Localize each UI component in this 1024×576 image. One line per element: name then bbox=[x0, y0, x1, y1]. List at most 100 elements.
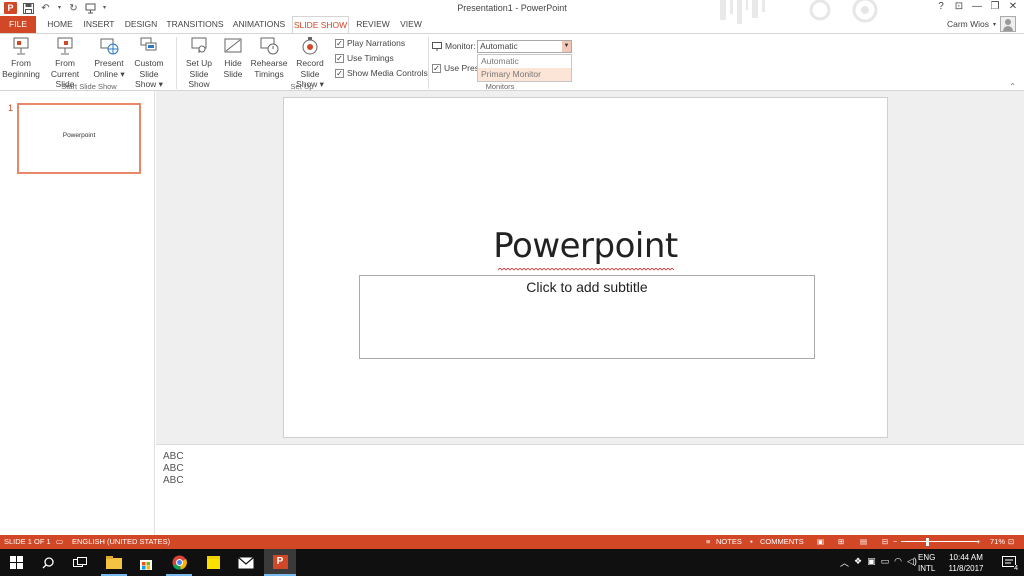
battery-icon[interactable]: ▭ bbox=[881, 556, 890, 569]
slide-sorter-icon[interactable]: ⊞ bbox=[838, 535, 844, 549]
account-area[interactable]: Carm Wios ▾ bbox=[947, 16, 1016, 32]
dropbox-icon[interactable]: ❖ bbox=[854, 556, 862, 569]
checkmark-icon[interactable]: ✓ bbox=[335, 38, 344, 48]
collapse-ribbon-button[interactable]: ⌃ bbox=[1009, 82, 1016, 91]
notification-count: 4 bbox=[1014, 565, 1018, 572]
subtitle-placeholder[interactable]: Click to add subtitle bbox=[359, 275, 815, 359]
show-media-controls-checkbox[interactable]: ✓ Show Media Controls bbox=[335, 68, 428, 78]
chevron-down-icon[interactable]: ▼ bbox=[562, 41, 571, 52]
volume-icon[interactable]: ◁) bbox=[907, 556, 917, 569]
file-explorer-icon[interactable] bbox=[98, 549, 130, 576]
notes-pane[interactable]: ABC ABC ABC bbox=[156, 444, 1024, 535]
reading-view-icon[interactable]: ▤ bbox=[860, 535, 867, 549]
chrome-icon[interactable] bbox=[163, 549, 195, 576]
tab-animations[interactable]: ANIMATIONS bbox=[229, 16, 289, 33]
group-separator bbox=[428, 37, 429, 89]
notes-text[interactable]: ABC ABC ABC bbox=[163, 451, 184, 487]
tab-design[interactable]: DESIGN bbox=[120, 16, 162, 33]
from-beginning-button[interactable]: From Beginning bbox=[2, 36, 40, 79]
monitor-option-primary-monitor[interactable]: Primary Monitor bbox=[478, 68, 571, 81]
from-beginning-label-2: Beginning bbox=[2, 68, 40, 79]
slide-title[interactable]: Powerpoint bbox=[284, 226, 887, 266]
zoom-in-button[interactable]: + bbox=[976, 535, 980, 549]
setup-show-label-1: Set Up bbox=[186, 58, 212, 68]
slide-count-status[interactable]: SLIDE 1 OF 1 bbox=[4, 535, 51, 549]
present-online-button[interactable]: Present Online ▾ bbox=[92, 36, 126, 79]
language-status[interactable]: ENGLISH (UNITED STATES) bbox=[72, 535, 170, 549]
clock-date: 11/8/2017 bbox=[948, 564, 984, 573]
use-presenter-view-checkbox[interactable]: ✓ Use Prese bbox=[432, 63, 484, 73]
powerpoint-taskbar-icon[interactable]: P bbox=[264, 549, 296, 576]
wifi-icon[interactable]: ◠ bbox=[894, 556, 902, 569]
ribbon-display-options-button[interactable]: ⊡ bbox=[952, 1, 966, 13]
monitor-icon bbox=[432, 41, 442, 51]
comments-button[interactable]: COMMENTS bbox=[760, 535, 804, 549]
help-button[interactable]: ? bbox=[934, 1, 948, 13]
store-icon[interactable] bbox=[130, 549, 162, 576]
slide-show-view-icon[interactable]: ⊟ bbox=[882, 535, 888, 549]
set-up-slide-show-button[interactable]: Set Up Slide Show bbox=[178, 36, 220, 90]
hide-slide-label-1: Hide bbox=[224, 58, 242, 68]
input-language[interactable]: ENG INTL bbox=[918, 552, 935, 574]
tab-slide-show[interactable]: SLIDE SHOW bbox=[292, 16, 349, 34]
fit-slide-icon[interactable]: ⊡ bbox=[1008, 535, 1014, 549]
tab-view[interactable]: VIEW bbox=[394, 16, 428, 33]
tab-insert[interactable]: INSERT bbox=[80, 16, 118, 33]
sticky-notes-icon[interactable] bbox=[197, 549, 229, 576]
account-name[interactable]: Carm Wios bbox=[947, 19, 989, 29]
play-narrations-checkbox[interactable]: ✓ Play Narrations bbox=[335, 38, 405, 48]
close-button[interactable]: ✕ bbox=[1006, 1, 1020, 13]
monitor-option-automatic[interactable]: Automatic bbox=[478, 55, 571, 68]
group-label-set-up: Set Up bbox=[290, 82, 314, 91]
notes-line: ABC bbox=[163, 475, 184, 486]
search-icon[interactable] bbox=[32, 549, 64, 576]
monitor-select[interactable]: Automatic ▼ bbox=[477, 40, 572, 53]
zoom-slider-handle[interactable] bbox=[926, 538, 930, 546]
tab-review[interactable]: REVIEW bbox=[354, 16, 392, 33]
slide-thumbnail-title: Powerpoint bbox=[62, 132, 96, 139]
zoom-level[interactable]: 71% bbox=[990, 535, 1005, 549]
zoom-out-button[interactable]: − bbox=[893, 535, 897, 549]
notes-button[interactable]: NOTES bbox=[716, 535, 742, 549]
custom-slide-show-icon bbox=[139, 36, 159, 56]
restore-button[interactable]: ❐ bbox=[988, 1, 1002, 13]
avatar[interactable] bbox=[1000, 16, 1016, 32]
task-view-icon[interactable] bbox=[64, 549, 96, 576]
normal-view-icon[interactable]: ▣ bbox=[817, 535, 824, 549]
group-label-monitors: Monitors bbox=[485, 82, 515, 91]
use-timings-checkbox[interactable]: ✓ Use Timings bbox=[335, 53, 394, 63]
zoom-slider[interactable] bbox=[901, 541, 979, 542]
hide-slide-icon bbox=[223, 36, 243, 56]
monitor-label: Monitor: bbox=[432, 41, 476, 51]
clock[interactable]: 10:44 AM 11/8/2017 bbox=[940, 552, 992, 574]
from-beginning-label-1: From bbox=[11, 58, 31, 68]
checkmark-icon[interactable]: ✓ bbox=[335, 68, 344, 78]
system-tray: ︿ ❖ ▣ ▭ ◠ ◁) bbox=[840, 556, 917, 569]
tab-file[interactable]: FILE bbox=[0, 16, 36, 33]
checkmark-icon[interactable]: ✓ bbox=[432, 63, 441, 73]
action-center-icon[interactable]: 4 bbox=[994, 549, 1024, 576]
hide-slide-button[interactable]: Hide Slide bbox=[220, 36, 246, 79]
security-icon[interactable]: ▣ bbox=[867, 556, 876, 569]
slideshow-from-current-icon bbox=[55, 36, 75, 56]
windows-start-icon[interactable] bbox=[0, 549, 32, 576]
minimize-button[interactable]: — bbox=[970, 1, 984, 13]
tab-transitions[interactable]: TRANSITIONS bbox=[165, 16, 225, 33]
proofing-icon[interactable]: ▭ bbox=[56, 535, 63, 549]
tab-home[interactable]: HOME bbox=[41, 16, 79, 33]
spellcheck-squiggle bbox=[498, 268, 674, 271]
play-narrations-label: Play Narrations bbox=[347, 38, 406, 48]
mail-icon[interactable] bbox=[230, 549, 262, 576]
record-slide-show-icon bbox=[300, 36, 320, 56]
chevron-down-icon[interactable]: ▾ bbox=[993, 21, 996, 28]
setup-show-label-2: Slide Show bbox=[188, 68, 210, 90]
slide-number: 1 bbox=[8, 103, 14, 113]
rehearse-label-2: Timings bbox=[254, 68, 284, 79]
rehearse-timings-button[interactable]: Rehearse Timings bbox=[250, 36, 288, 79]
slide-thumbnail[interactable]: Powerpoint bbox=[17, 103, 141, 174]
slide-canvas[interactable]: Powerpoint Click to add subtitle bbox=[283, 97, 888, 438]
clock-time: 10:44 AM bbox=[949, 553, 983, 562]
checkmark-icon[interactable]: ✓ bbox=[335, 53, 344, 63]
show-hidden-icons-icon[interactable]: ︿ bbox=[840, 556, 849, 569]
from-current-label-1: From bbox=[55, 58, 75, 68]
